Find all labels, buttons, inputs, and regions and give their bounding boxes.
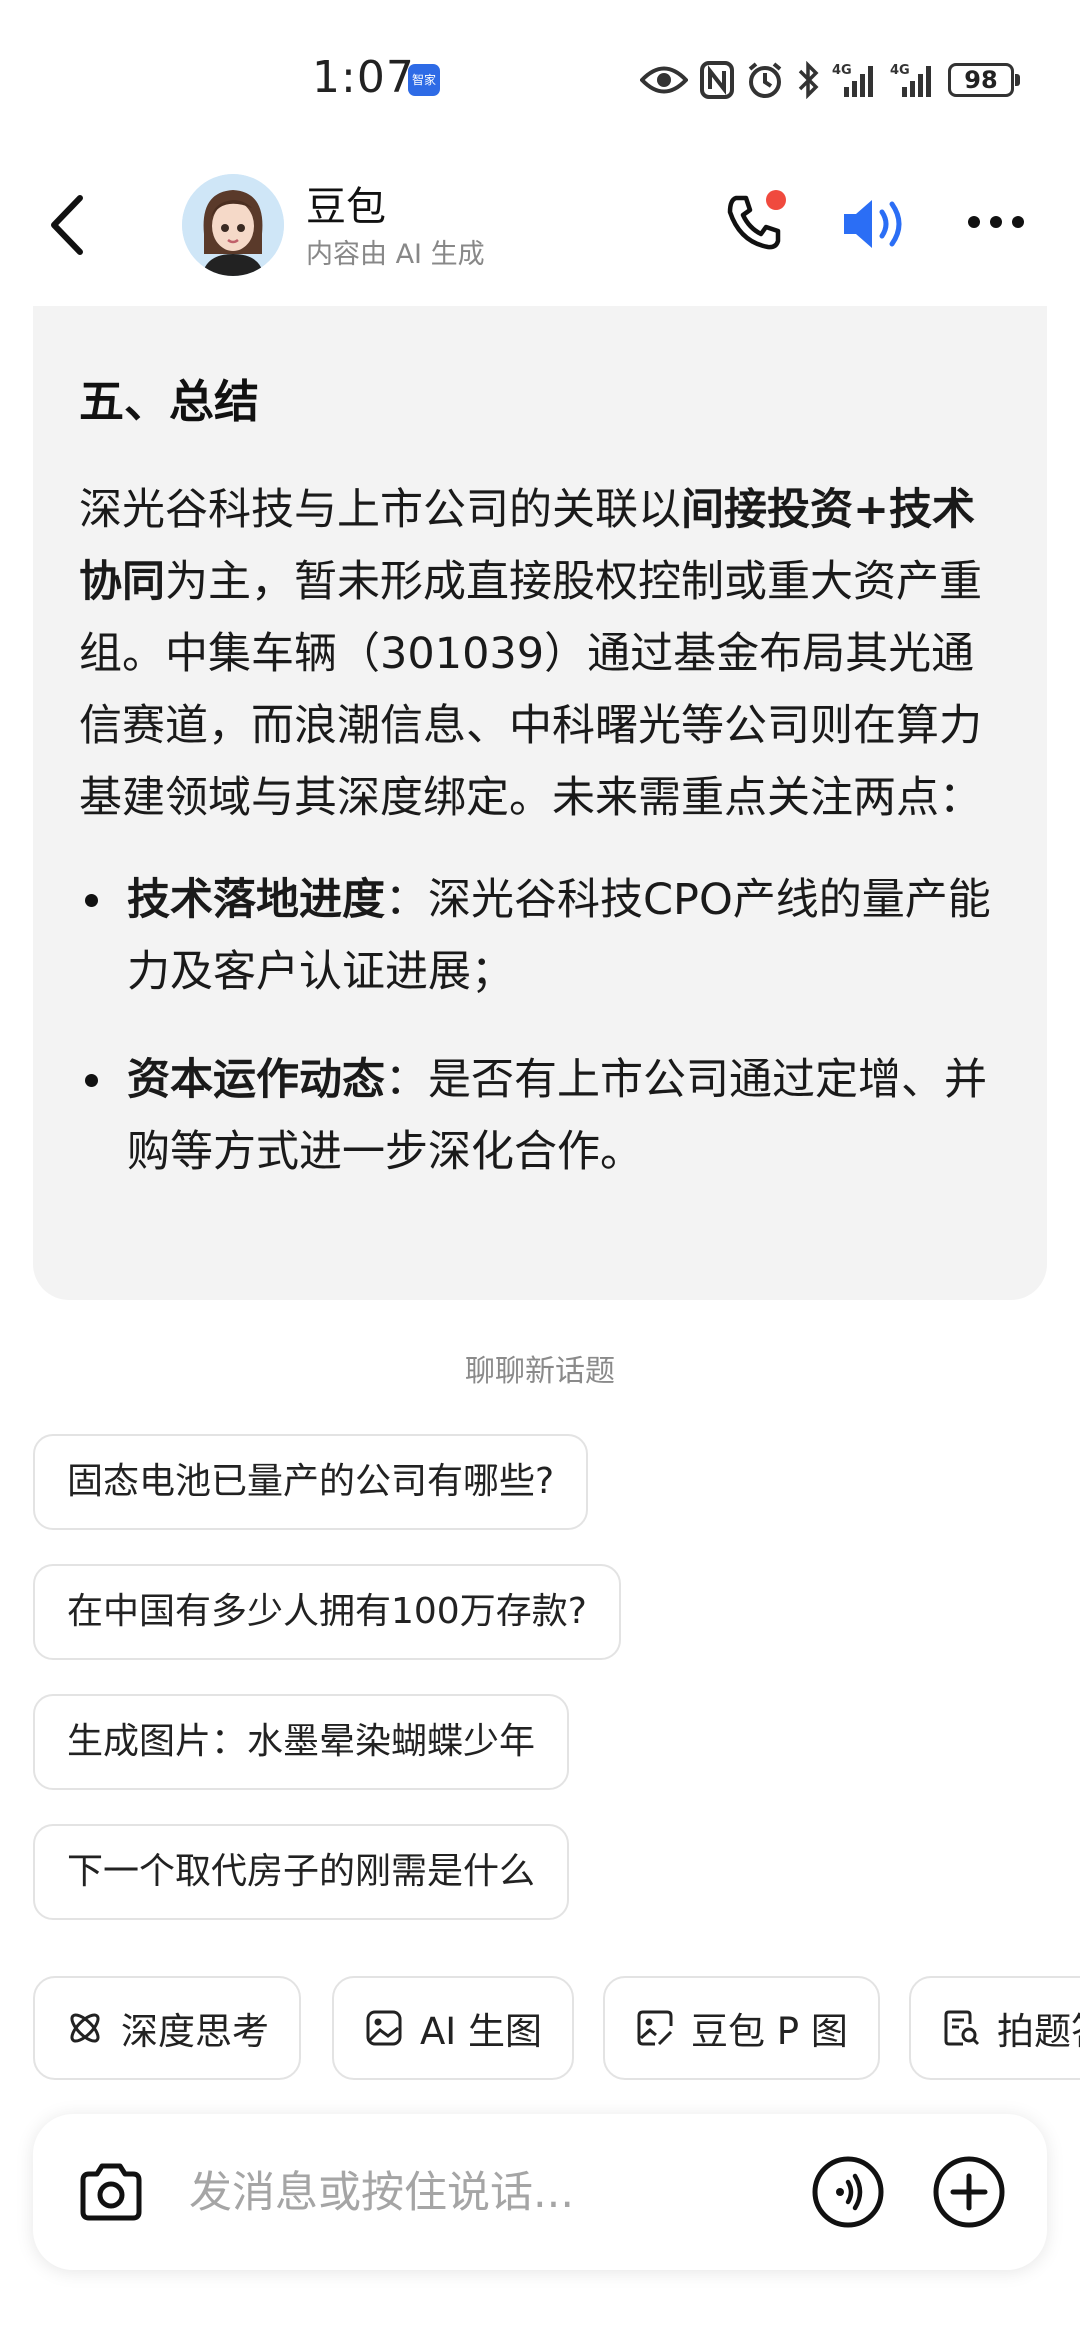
avatar-image: [182, 174, 284, 276]
call-notification-dot: [766, 190, 786, 210]
chat-header: 豆包 内容由 AI 生成: [0, 160, 1080, 290]
suggestion-chip[interactable]: 固态电池已量产的公司有哪些?: [33, 1434, 589, 1530]
tool-label: AI 生图: [420, 2010, 542, 2053]
image-edit-icon: [637, 2010, 673, 2046]
ai-message-bubble: 五、总结 深光谷科技与上市公司的关联以间接投资+技术协同为主，暂未形成直接股权控…: [33, 306, 1047, 1300]
svg-text:4G: 4G: [890, 63, 910, 78]
alarm-icon: [748, 62, 782, 98]
section-heading: 五、总结: [79, 375, 260, 428]
plus-icon[interactable]: [931, 2154, 1007, 2230]
para-text-1: 深光谷科技与上市公司的关联以: [79, 485, 681, 535]
signal-icon-2: 4G: [890, 63, 931, 97]
message-input-bar: [33, 2114, 1047, 2270]
back-button[interactable]: [40, 190, 100, 260]
bullet-title: 资本运作动态: [127, 1055, 385, 1105]
status-time: 1:07: [312, 52, 415, 103]
new-topic-label: 聊聊新话题: [465, 1354, 615, 1389]
bluetooth-icon: [798, 61, 819, 99]
more-options-icon[interactable]: [964, 200, 1028, 244]
bullet-title: 技术落地进度: [127, 875, 385, 925]
list-item: 资本运作动态：是否有上市公司通过定增、并购等方式进一步深化合作。: [79, 1044, 1001, 1188]
list-item: 技术落地进度：深光谷科技CPO产线的量产能力及客户认证进展；: [79, 864, 1001, 1008]
photo-question-button[interactable]: 拍题答疑: [909, 1976, 1080, 2080]
tool-label: 深度思考: [121, 2010, 269, 2053]
battery-icon: 98: [948, 63, 1020, 97]
status-icons: 4G 4G 98: [640, 56, 1020, 104]
summary-paragraph: 深光谷科技与上市公司的关联以间接投资+技术协同为主，暂未形成直接股权控制或重大资…: [79, 474, 1001, 834]
voice-input-icon[interactable]: [810, 2154, 886, 2230]
image-edit-button[interactable]: 豆包 P 图: [603, 1976, 880, 2080]
tool-label: 豆包 P 图: [691, 2010, 848, 2053]
atom-icon: [70, 2013, 100, 2043]
signal-icon-1: 4G: [832, 63, 873, 97]
message-input[interactable]: [187, 2152, 811, 2234]
speaker-icon[interactable]: [840, 194, 912, 254]
ai-image-button[interactable]: AI 生图: [332, 1976, 574, 2080]
doc-search-icon: [944, 2010, 980, 2046]
para-text-2: 为主，暂未形成直接股权控制或重大资产重组。中集车辆（301039）通过基金布局其…: [79, 557, 982, 823]
app-notification-icon: 智家: [408, 64, 440, 96]
camera-icon[interactable]: [75, 2156, 147, 2228]
tool-label: 拍题答疑: [997, 2010, 1080, 2053]
ai-disclaimer: 内容由 AI 生成: [306, 239, 485, 270]
image-icon: [366, 2010, 402, 2046]
nfc-icon: [700, 61, 734, 99]
bot-name: 豆包: [306, 184, 386, 230]
suggestion-chip[interactable]: 生成图片：水墨晕染蝴蝶少年: [33, 1694, 570, 1790]
status-bar: 1:07 智家 4G 4G 98: [0, 0, 1080, 150]
avatar[interactable]: [182, 174, 284, 276]
suggestion-chip[interactable]: 在中国有多少人拥有100万存款?: [33, 1564, 621, 1660]
tools-row[interactable]: 深度思考 AI 生图 豆包 P 图 拍题答疑: [33, 1976, 1080, 2082]
svg-text:4G: 4G: [832, 63, 852, 78]
suggestion-chip[interactable]: 下一个取代房子的刚需是什么: [33, 1824, 570, 1920]
deep-think-button[interactable]: 深度思考: [33, 1976, 301, 2080]
eye-icon: [640, 66, 688, 94]
focus-points-list: 技术落地进度：深光谷科技CPO产线的量产能力及客户认证进展； 资本运作动态：是否…: [79, 864, 1001, 1188]
